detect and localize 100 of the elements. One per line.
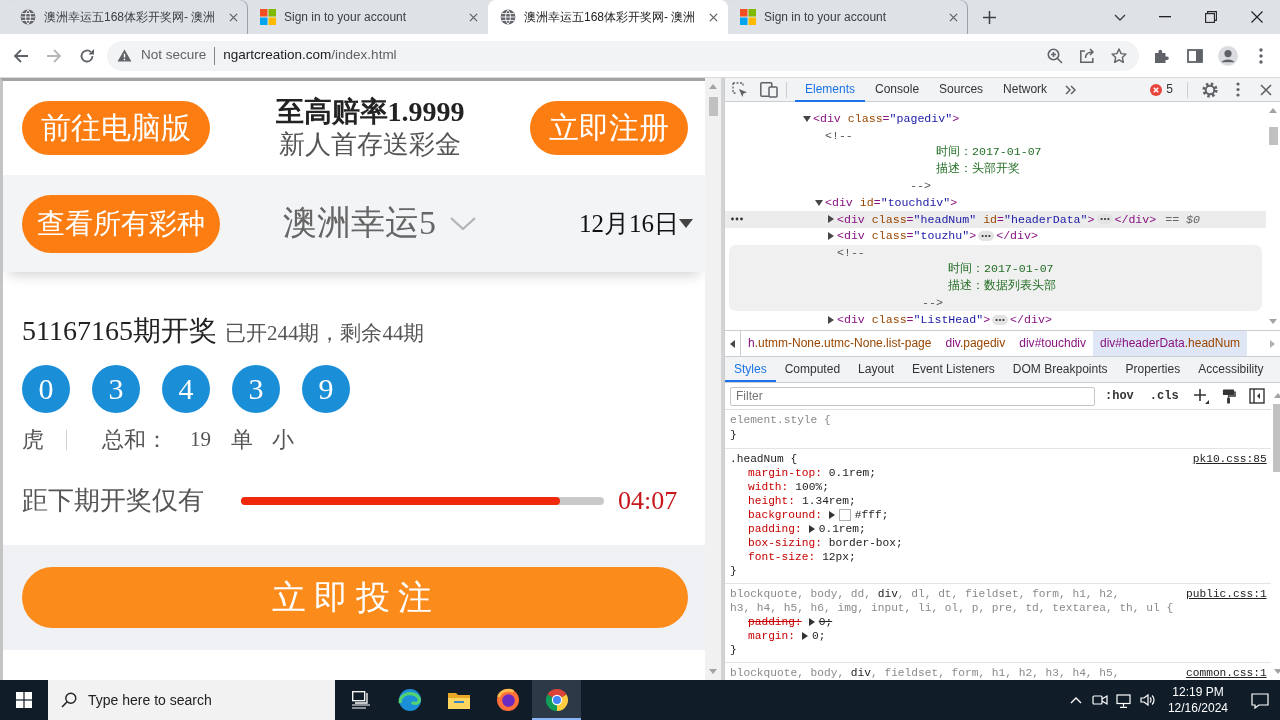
html-tag: </div> (1010, 312, 1052, 327)
game-selector[interactable]: 澳洲幸运5 (283, 203, 436, 244)
zoom-icon[interactable] (1047, 47, 1063, 64)
clock-time[interactable]: 12:19 PM (1167, 684, 1228, 700)
stylesheet-link[interactable]: public.css:1 (1186, 587, 1267, 601)
scrollbar[interactable] (705, 78, 721, 680)
panel-tab[interactable]: Event Listeners (903, 357, 1004, 382)
panel-tab[interactable]: Styles (725, 357, 776, 382)
stylesheet-link[interactable]: pk10.css:85 (1192, 452, 1267, 466)
browser-tab[interactable]: 澳洲幸运五168体彩开奖网- 澳洲 (488, 0, 728, 34)
panel-tab[interactable]: Layout (849, 357, 904, 382)
panel-tab[interactable]: Accessibility (1189, 357, 1273, 382)
chevron-up-icon[interactable] (1069, 696, 1082, 704)
panel-tab[interactable]: DOM Breakpoints (1003, 357, 1117, 382)
windows-start-icon[interactable] (16, 692, 32, 708)
expand-triangle-icon[interactable] (808, 525, 815, 533)
dom-tree-row[interactable]: <div class="pagediv"> (725, 111, 1266, 128)
caret-down-icon[interactable] (679, 219, 693, 228)
security-chip[interactable]: Not secure (117, 40, 215, 71)
triangle-down-icon[interactable] (815, 198, 823, 207)
clock-date[interactable]: 12/16/2024 (1167, 700, 1228, 716)
triangle-right-icon[interactable] (827, 232, 835, 241)
reload-icon[interactable] (78, 47, 95, 64)
devtools-tab[interactable]: Elements (795, 77, 866, 102)
menu-icon[interactable] (1236, 82, 1240, 97)
ellipsis-icon[interactable] (992, 314, 1009, 325)
star-icon[interactable] (1111, 47, 1127, 64)
share-icon[interactable] (1079, 47, 1095, 64)
notification-icon[interactable] (1251, 691, 1269, 709)
ellipsis-icon[interactable] (1096, 214, 1113, 225)
devtools-tab[interactable]: Console (865, 77, 930, 102)
devtools-tab[interactable]: Sources (929, 77, 994, 102)
restore-icon[interactable] (1205, 11, 1217, 23)
device-icon[interactable] (760, 81, 778, 98)
close-icon[interactable] (1251, 11, 1263, 23)
dom-tree-row[interactable]: <div class="ListHead"> </div> (725, 311, 1266, 328)
url-text[interactable]: ngartcreation.com/index.html (223, 47, 397, 64)
css-value: 0; (812, 629, 826, 643)
filter-field[interactable]: Filter (730, 386, 1095, 406)
taskbar-app-button[interactable] (532, 680, 581, 720)
breadcrumb[interactable]: div.pagediv (938, 331, 1013, 356)
triangle-down-icon[interactable] (803, 115, 811, 124)
style-toggle-button[interactable]: :hov (1101, 388, 1138, 404)
issues-counter[interactable]: 5 (1144, 77, 1179, 102)
countdown-time: 04:07 (618, 485, 678, 517)
ellipsis-icon[interactable] (978, 231, 995, 242)
expand-triangle-icon[interactable] (802, 632, 808, 640)
dom-tree-row[interactable]: <div class="touzhu"> </div> (725, 227, 1266, 245)
menu-icon[interactable] (1258, 47, 1263, 64)
date-selector[interactable]: 12月16日 (579, 208, 679, 239)
search-field[interactable]: Type here to search (48, 680, 335, 720)
monitor-icon[interactable] (1116, 692, 1132, 708)
browser-tab[interactable]: 澳洲幸运五168体彩开奖网- 澳洲 (8, 0, 248, 34)
expand-triangle-icon[interactable] (828, 511, 835, 519)
plus-icon[interactable] (982, 10, 996, 24)
video-camera-icon[interactable] (1091, 692, 1108, 708)
minimize-icon[interactable] (1159, 16, 1171, 18)
css-property: padding: (748, 615, 802, 629)
paint-roller-icon[interactable] (1221, 388, 1236, 404)
close-icon[interactable] (1260, 83, 1272, 96)
scrollbar-thumb[interactable] (708, 97, 718, 116)
triangle-right-icon[interactable] (827, 215, 835, 224)
style-toggle-button[interactable]: .cls (1145, 388, 1183, 404)
browser-tab[interactable]: Sign in to your account (248, 0, 488, 34)
back-arrow-icon[interactable] (12, 47, 29, 64)
breadcrumb[interactable]: div#touchdiv (1012, 331, 1093, 356)
bonus-subline: 新人首存送彩金 (279, 128, 461, 160)
color-swatch-icon[interactable] (838, 509, 851, 521)
dom-tree-row[interactable]: <div id="touchdiv"> (725, 194, 1266, 212)
css-value: #fff; (854, 508, 889, 522)
result-text: 单 (231, 426, 253, 454)
expand-triangle-icon[interactable] (808, 618, 815, 626)
plus-icon[interactable] (1192, 388, 1209, 404)
html-comment[interactable]: <!-- 时间：2017-01-07 描述：数据列表头部 --> (729, 244, 1262, 312)
devtools-tab[interactable]: Network (993, 77, 1058, 102)
html-tag: <div class="ListHead"> (837, 312, 991, 327)
scroll-left-icon[interactable] (730, 339, 735, 348)
speaker-icon[interactable] (1139, 692, 1156, 708)
puzzle-icon[interactable] (1153, 47, 1170, 64)
triangle-right-icon[interactable] (827, 315, 835, 324)
side-panel-icon[interactable] (1186, 48, 1203, 63)
panel-tab[interactable]: Properties (1116, 357, 1190, 382)
breadcrumb[interactable]: h.utmm-None.utmc-None.list-page (741, 331, 939, 356)
scrollbar-thumb[interactable] (1268, 127, 1278, 145)
settings-icon[interactable] (1202, 81, 1218, 98)
inspect-icon[interactable] (732, 81, 748, 98)
profile-avatar-icon[interactable] (1217, 45, 1238, 66)
browser-tab[interactable]: Sign in to your account (728, 0, 968, 34)
chevron-down-icon[interactable] (1114, 13, 1126, 21)
panel-tab[interactable]: Computed (775, 357, 850, 382)
html-comment[interactable]: <!-- 时间：2017-01-07 描述：头部开奖 --> (729, 127, 1262, 195)
html-tag: <div class="pagediv"> (813, 112, 960, 127)
dots-icon[interactable] (731, 217, 743, 222)
double-chevron-icon[interactable] (1065, 84, 1078, 95)
dom-tree-row[interactable]: <div class="headNum" id="headerData"> </div> == $0 (725, 211, 1266, 228)
close-icon[interactable] (709, 12, 718, 22)
sidebar-toggle-icon[interactable] (1248, 388, 1265, 404)
stylesheet-link[interactable]: common.css:1 (1186, 666, 1267, 680)
breadcrumb[interactable]: div#headerData.headNum (1093, 331, 1248, 356)
scrollbar-thumb[interactable] (1273, 404, 1280, 472)
